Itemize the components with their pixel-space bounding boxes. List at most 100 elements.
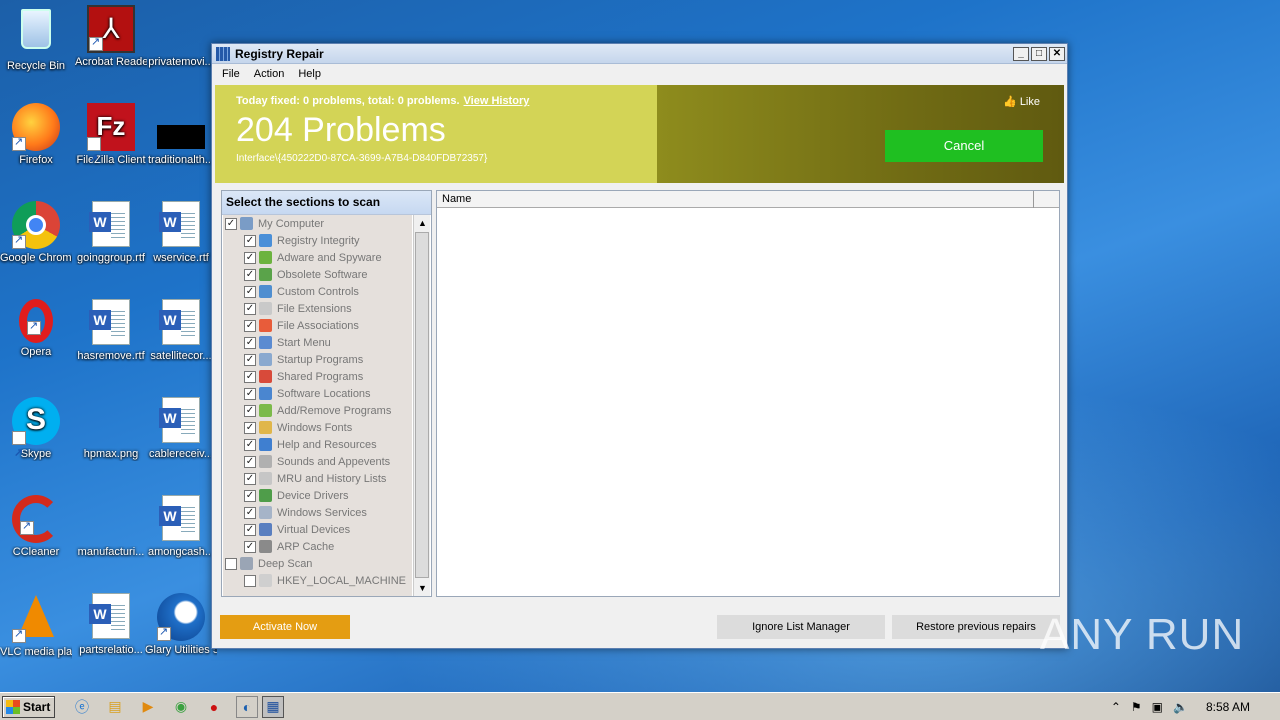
view-history-link[interactable]: View History	[464, 95, 530, 107]
desktop-icon-traditionalth[interactable]: traditionalth...	[145, 103, 217, 167]
ie-taskbar-icon[interactable]: ⓔ	[71, 696, 93, 718]
section-row[interactable]: ✓ Add/Remove Programs	[223, 402, 412, 419]
section-row[interactable]: Deep Scan	[223, 555, 412, 572]
desktop-icon-manufacturi[interactable]: manufacturi...	[75, 495, 147, 559]
restore-previous-repairs-button[interactable]: Restore previous repairs	[892, 615, 1060, 639]
desktop-icon-wservice-rtf[interactable]: Wwservice.rtf	[145, 201, 217, 265]
section-checkbox[interactable]: ✓	[244, 251, 256, 264]
section-row[interactable]: ✓ Software Locations	[223, 385, 412, 402]
menu-action[interactable]: Action	[247, 68, 292, 80]
desktop-icon-goinggroup-rtf[interactable]: Wgoinggroup.rtf	[75, 201, 147, 265]
section-checkbox[interactable]: ✓	[244, 523, 256, 536]
section-row[interactable]: ✓ File Extensions	[223, 300, 412, 317]
desktop-icon-firefox[interactable]: Firefox	[0, 103, 72, 167]
volume-icon[interactable]: 🔈	[1173, 700, 1188, 714]
section-checkbox[interactable]	[244, 574, 256, 587]
section-row[interactable]: ✓ Custom Controls	[223, 283, 412, 300]
section-row[interactable]: ✓ Virtual Devices	[223, 521, 412, 538]
glary-taskbar-icon[interactable]: ◐	[236, 695, 258, 718]
desktop-icon-vlc-media-player[interactable]: VLC media player	[0, 593, 72, 659]
column-name-header[interactable]: Name	[442, 193, 471, 205]
desktop-icon-satellitecor[interactable]: Wsatellitecor...	[145, 299, 217, 363]
explorer-taskbar-icon[interactable]: ▤	[104, 696, 126, 718]
registry-repair-taskbar-icon[interactable]: ▦	[262, 695, 284, 718]
desktop-icon-acrobat-reader-dc[interactable]: ⅄ Acrobat Reader DC	[75, 5, 147, 69]
section-checkbox[interactable]: ✓	[244, 234, 256, 247]
section-checkbox[interactable]: ✓	[244, 285, 256, 298]
window-title: Registry Repair	[235, 46, 324, 61]
scroll-up-icon[interactable]: ▲	[414, 215, 431, 231]
desktop-icon-ccleaner[interactable]: CCleaner	[0, 495, 72, 559]
section-row[interactable]: ✓ Startup Programs	[223, 351, 412, 368]
section-checkbox[interactable]: ✓	[244, 506, 256, 519]
ignore-list-manager-button[interactable]: Ignore List Manager	[717, 615, 885, 639]
section-row[interactable]: ✓ My Computer	[223, 215, 412, 232]
section-checkbox[interactable]	[225, 557, 237, 570]
minimize-button[interactable]: _	[1013, 46, 1029, 61]
section-row[interactable]: ✓ Windows Fonts	[223, 419, 412, 436]
section-row[interactable]: ✓ Windows Services	[223, 504, 412, 521]
section-row[interactable]: ✓ Adware and Spyware	[223, 249, 412, 266]
section-row[interactable]: ✓ Help and Resources	[223, 436, 412, 453]
section-checkbox[interactable]: ✓	[244, 370, 256, 383]
section-checkbox[interactable]: ✓	[244, 353, 256, 366]
sections-scrollbar[interactable]: ▲ ▼	[413, 215, 430, 596]
section-checkbox[interactable]: ✓	[244, 268, 256, 281]
network-icon[interactable]: ▣	[1152, 700, 1163, 714]
desktop-icon-hpmax-png[interactable]: hpmax.png	[75, 397, 147, 461]
section-row[interactable]: ✓ Start Menu	[223, 334, 412, 351]
desktop-icon-hasremove-rtf[interactable]: Whasremove.rtf	[75, 299, 147, 363]
section-checkbox[interactable]: ✓	[244, 404, 256, 417]
desktop-icon-glary-utilities-5[interactable]: Glary Utilities 5	[145, 593, 217, 657]
menu-file[interactable]: File	[215, 68, 247, 80]
media-player-taskbar-icon[interactable]: ▶	[137, 696, 159, 718]
section-checkbox[interactable]: ✓	[244, 421, 256, 434]
section-row[interactable]: HKEY_LOCAL_MACHINE	[223, 572, 412, 589]
menu-help[interactable]: Help	[291, 68, 328, 80]
cancel-button[interactable]: Cancel	[885, 130, 1043, 162]
tray-expand-icon[interactable]: ⌃	[1111, 700, 1121, 714]
section-row[interactable]: ✓ ARP Cache	[223, 538, 412, 555]
section-checkbox[interactable]: ✓	[244, 319, 256, 332]
desktop-icon-amongcash[interactable]: Wamongcash...	[145, 495, 217, 559]
section-checkbox[interactable]: ✓	[244, 455, 256, 468]
section-checkbox[interactable]: ✓	[244, 387, 256, 400]
column-separator[interactable]	[1033, 191, 1034, 208]
section-row[interactable]: ✓ Shared Programs	[223, 368, 412, 385]
clock[interactable]: 8:58 AM	[1206, 700, 1250, 714]
desktop-icon-filezilla-client[interactable]: FzFileZilla Client	[75, 103, 147, 182]
section-row[interactable]: ✓ Registry Integrity	[223, 232, 412, 249]
like-button[interactable]: 👍 Like	[1003, 95, 1040, 108]
close-button[interactable]: ✕	[1049, 46, 1065, 61]
desktop-icon-privatemovi[interactable]: privatemovi...	[145, 5, 217, 69]
desktop-icon-opera[interactable]: Opera	[0, 299, 72, 359]
desktop-icon-cablereceiv[interactable]: Wcablereceiv...	[145, 397, 217, 461]
scroll-thumb[interactable]	[415, 232, 429, 578]
desktop-icon-google-chrome[interactable]: Google Chrome	[0, 201, 72, 265]
section-row[interactable]: ✓ MRU and History Lists	[223, 470, 412, 487]
activate-now-button[interactable]: Activate Now	[220, 615, 350, 639]
section-checkbox[interactable]: ✓	[244, 302, 256, 315]
section-checkbox[interactable]: ✓	[225, 217, 237, 230]
section-checkbox[interactable]: ✓	[244, 489, 256, 502]
section-row[interactable]: ✓ Device Drivers	[223, 487, 412, 504]
section-label: My Computer	[258, 217, 325, 230]
section-checkbox[interactable]: ✓	[244, 336, 256, 349]
section-row[interactable]: ✓ Obsolete Software	[223, 266, 412, 283]
title-bar[interactable]: Registry Repair _ □ ✕	[212, 44, 1067, 64]
start-button[interactable]: Start	[2, 695, 55, 718]
section-row[interactable]: ✓ File Associations	[223, 317, 412, 334]
current-scan-item: Interface\{450222D0-87CA-3699-A7B4-D840F…	[236, 153, 488, 164]
section-checkbox[interactable]: ✓	[244, 540, 256, 553]
scroll-down-icon[interactable]: ▼	[414, 580, 431, 596]
action-center-icon[interactable]: ⚑	[1131, 700, 1142, 714]
section-checkbox[interactable]: ✓	[244, 472, 256, 485]
desktop-icon-recycle-bin[interactable]: Recycle Bin	[0, 5, 72, 73]
desktop-icon-partsrelatio[interactable]: Wpartsrelatio...	[75, 593, 147, 657]
maximize-button[interactable]: □	[1031, 46, 1047, 61]
section-row[interactable]: ✓ Sounds and Appevents	[223, 453, 412, 470]
opera-taskbar-icon[interactable]: ●	[203, 696, 225, 718]
desktop-icon-skype[interactable]: SSkype	[0, 397, 72, 476]
section-checkbox[interactable]: ✓	[244, 438, 256, 451]
chrome-taskbar-icon[interactable]: ◉	[170, 696, 192, 718]
